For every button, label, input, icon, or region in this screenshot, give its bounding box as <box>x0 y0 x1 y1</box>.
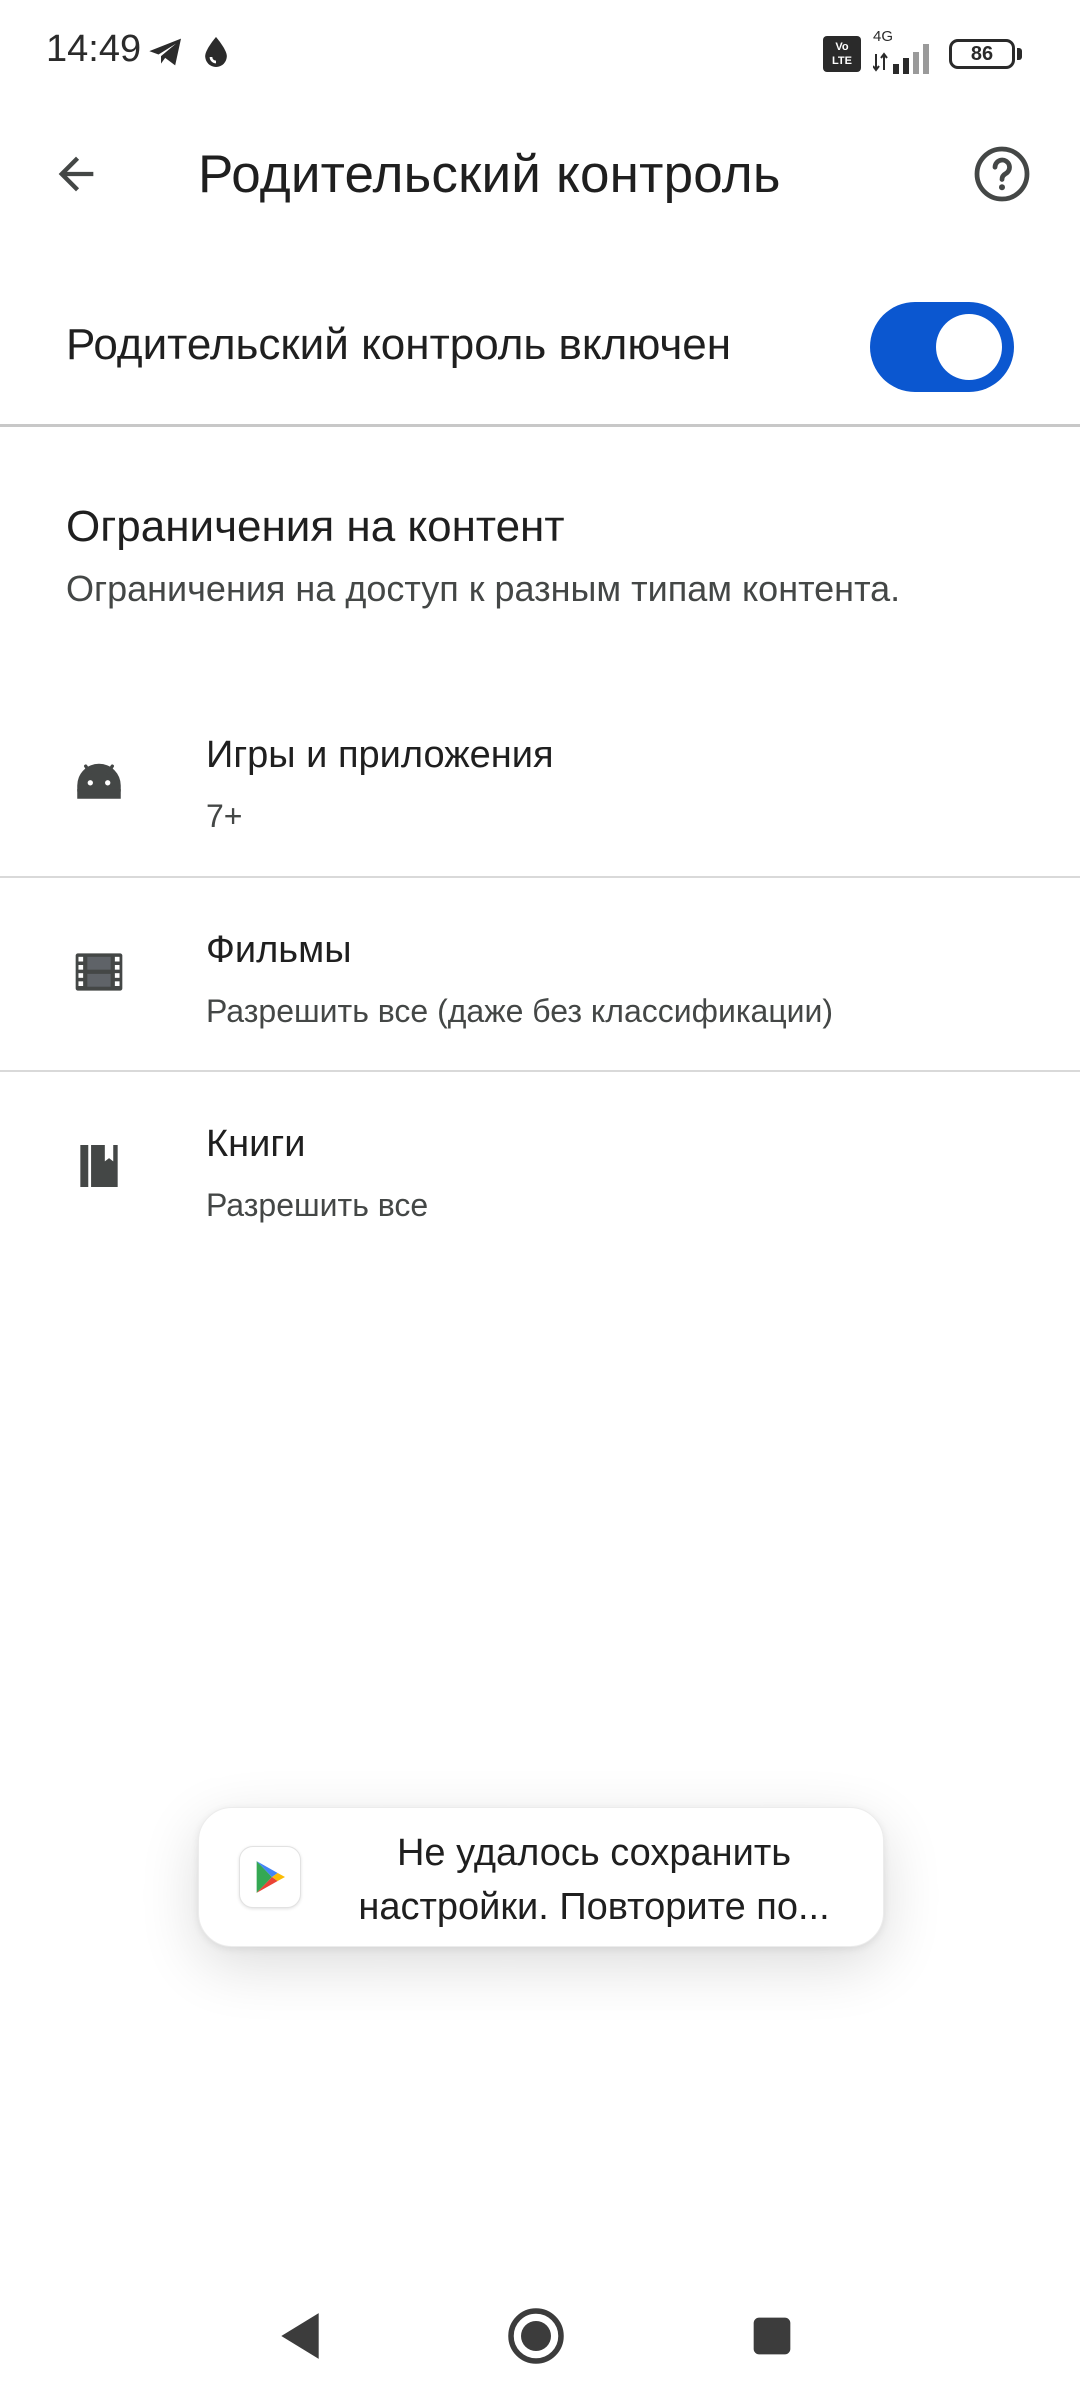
battery-level: 86 <box>970 42 994 65</box>
item-title: Игры и приложения <box>206 734 554 776</box>
divider <box>0 424 1080 427</box>
item-subtitle: Разрешить все <box>206 1187 429 1223</box>
toast-message: Не удалось сохранить настройки. Повторит… <box>329 1826 859 1934</box>
toast-line1: Не удалось сохранить <box>396 1832 792 1874</box>
help-button[interactable] <box>964 136 1040 212</box>
volte-line2: LTE <box>832 55 852 67</box>
item-title: Книги <box>206 1123 306 1165</box>
toast-line2: настройки. Повторите по... <box>358 1886 830 1928</box>
volte-badge: Vo LTE <box>823 36 861 72</box>
page-title: Родительский контроль <box>198 145 781 204</box>
volte-line1: Vo <box>835 41 849 53</box>
android-icon <box>66 744 132 810</box>
arrow-back-icon <box>58 156 94 192</box>
status-time: 14:49 <box>46 28 142 70</box>
nav-home-icon <box>508 2308 564 2364</box>
parental-controls-switch[interactable] <box>870 302 1014 392</box>
list-item-books[interactable]: Книги Разрешить все <box>0 1071 1080 1265</box>
parental-controls-screen: 14:49 Vo LTE 4G 86 Родительский контроль… <box>0 0 1080 2400</box>
parental-controls-toggle-row[interactable]: Родительский контроль включен <box>0 270 1080 425</box>
system-navigation-bar <box>0 2260 1080 2400</box>
list-item-movies[interactable]: Фильмы Разрешить все (даже без классифик… <box>0 877 1080 1071</box>
telegram-icon <box>146 32 186 72</box>
water-drop-icon <box>196 32 236 72</box>
google-play-icon <box>239 1846 301 1908</box>
help-circle-icon <box>974 146 1030 202</box>
nav-recents-icon <box>753 2317 791 2355</box>
error-toast: Не удалось сохранить настройки. Повторит… <box>198 1807 884 1947</box>
status-indicators: Vo LTE 4G 86 <box>823 28 1022 76</box>
back-button[interactable] <box>40 138 112 210</box>
movie-film-icon <box>66 939 132 1005</box>
item-title: Фильмы <box>206 929 352 971</box>
parental-controls-toggle-label: Родительский контроль включен <box>66 320 732 369</box>
nav-home-button[interactable] <box>500 2300 572 2372</box>
nav-recents-button[interactable] <box>736 2300 808 2372</box>
book-icon <box>66 1133 132 1199</box>
battery-indicator: 86 <box>949 39 1022 69</box>
nav-back-button[interactable] <box>264 2300 336 2372</box>
switch-knob <box>936 314 1002 380</box>
signal-bars-icon <box>873 44 929 74</box>
signal-indicator: 4G <box>873 28 937 76</box>
item-subtitle: Разрешить все (даже без классификации) <box>206 993 834 1029</box>
top-app-bar: Родительский контроль <box>0 110 1080 240</box>
status-bar: 14:49 Vo LTE 4G 86 <box>0 0 1080 110</box>
list-item-games-apps[interactable]: Игры и приложения 7+ <box>0 682 1080 876</box>
battery-icon: 86 <box>949 39 1015 69</box>
nav-back-icon <box>281 2313 319 2359</box>
item-subtitle: 7+ <box>206 798 243 834</box>
content-restrictions-description: Ограничения на доступ к разным типам кон… <box>66 568 901 609</box>
content-restrictions-title: Ограничения на контент <box>66 502 565 551</box>
